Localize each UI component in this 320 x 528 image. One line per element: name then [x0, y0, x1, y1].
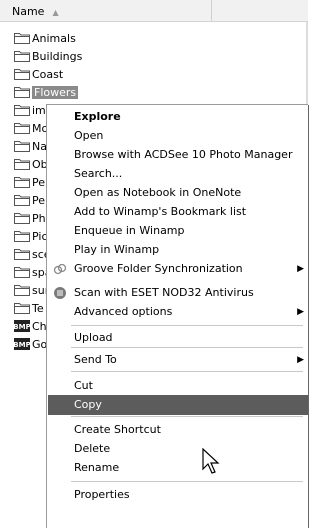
context-menu: Explore Open Browse with ACDSee 10 Photo M…	[46, 104, 308, 528]
file-name: Animals	[32, 32, 76, 45]
folder-icon	[14, 50, 32, 63]
menu-item-label: Create Shortcut	[74, 423, 161, 436]
menu-item-cut[interactable]: Cut	[48, 376, 308, 396]
folder-icon	[14, 158, 32, 171]
file-name: Pe	[32, 194, 46, 207]
file-name: Go	[32, 338, 48, 351]
folder-icon	[14, 86, 32, 99]
folder-icon	[14, 212, 32, 225]
menu-separator	[71, 325, 303, 326]
name-column-header[interactable]: Name ▲	[0, 0, 212, 21]
menu-item-add-to-winamp-s-bookmark-list[interactable]: Add to Winamp's Bookmark list	[48, 202, 308, 222]
menu-item-label: Scan with ESET NOD32 Antivirus	[74, 286, 254, 299]
menu-item-label: Open as Notebook in OneNote	[74, 186, 242, 199]
file-list-item[interactable]: Flowers	[14, 84, 84, 102]
menu-item-label: Send To	[74, 353, 117, 366]
folder-icon	[14, 104, 32, 117]
menu-item-delete[interactable]: Delete	[48, 439, 308, 459]
menu-item-label: Groove Folder Synchronization	[74, 262, 243, 275]
sort-ascending-icon: ▲	[52, 8, 59, 17]
menu-item-advanced-options[interactable]: Advanced options ▶	[48, 302, 308, 322]
file-name: Pe	[32, 176, 46, 189]
menu-item-label: Copy	[74, 398, 102, 411]
menu-item-send-to[interactable]: Send To ▶	[48, 350, 308, 370]
menu-item-properties[interactable]: Properties	[48, 485, 308, 505]
file-list-item[interactable]: Animals	[14, 30, 84, 48]
menu-item-label: Delete	[74, 442, 111, 455]
folder-icon	[14, 230, 32, 243]
menu-item-rename[interactable]: Rename	[48, 458, 308, 478]
groove-icon	[53, 262, 67, 276]
menu-item-copy[interactable]: Copy	[48, 395, 308, 415]
menu-item-label: Play in Winamp	[74, 243, 160, 256]
menu-item-open[interactable]: Open	[48, 126, 308, 146]
column-header-bar: Name ▲	[0, 0, 308, 22]
menu-item-label: Advanced options	[74, 305, 173, 318]
submenu-arrow-icon: ▶	[297, 264, 304, 274]
file-name: Flowers	[32, 86, 79, 99]
menu-separator	[71, 371, 303, 372]
menu-item-label: Enqueue in Winamp	[74, 224, 185, 237]
menu-item-scan-with-eset-nod32-antivirus[interactable]: Scan with ESET NOD32 Antivirus	[48, 283, 308, 303]
svg-text:BMP: BMP	[14, 323, 30, 331]
menu-item-create-shortcut[interactable]: Create Shortcut	[48, 420, 308, 440]
svg-text:BMP: BMP	[14, 341, 30, 349]
menu-separator	[71, 481, 303, 482]
menu-item-search[interactable]: Search...	[48, 164, 308, 184]
submenu-arrow-icon: ▶	[297, 355, 304, 365]
menu-item-explore[interactable]: Explore	[48, 107, 308, 127]
folder-icon	[14, 266, 32, 279]
name-column-label: Name	[12, 5, 45, 18]
menu-item-label: Rename	[74, 461, 120, 474]
menu-item-open-as-notebook-in-onenote[interactable]: Open as Notebook in OneNote	[48, 183, 308, 203]
menu-item-browse-with-acdsee-10-photo-manager[interactable]: Browse with ACDSee 10 Photo Manager	[48, 145, 308, 165]
file-list-item[interactable]: Buildings	[14, 48, 84, 66]
menu-item-label: Cut	[74, 379, 93, 392]
file-list-item[interactable]: Coast	[14, 66, 84, 84]
folder-icon	[14, 248, 32, 261]
file-name: Te	[32, 302, 44, 315]
file-name: Ph	[32, 212, 46, 225]
bmp-icon: BMP	[14, 320, 32, 333]
menu-item-upload[interactable]: Upload	[48, 328, 308, 348]
folder-icon	[14, 194, 32, 207]
folder-icon	[14, 176, 32, 189]
folder-icon	[14, 284, 32, 297]
bmp-icon: BMP	[14, 338, 32, 351]
file-name: Coast	[32, 68, 64, 81]
folder-icon	[14, 302, 32, 315]
menu-item-label: Add to Winamp's Bookmark list	[74, 205, 247, 218]
menu-item-groove-folder-synchronization[interactable]: Groove Folder Synchronization ▶	[48, 259, 308, 279]
submenu-arrow-icon: ▶	[297, 307, 304, 317]
folder-icon	[14, 32, 32, 45]
folder-icon	[14, 122, 32, 135]
eset-icon	[53, 286, 67, 300]
empty-column-header	[213, 0, 308, 21]
menu-item-play-in-winamp[interactable]: Play in Winamp	[48, 240, 308, 260]
menu-item-enqueue-in-winamp[interactable]: Enqueue in Winamp	[48, 221, 308, 241]
folder-icon	[14, 140, 32, 153]
menu-item-label: Search...	[74, 167, 123, 180]
menu-item-label: Upload	[74, 331, 113, 344]
menu-item-label: Open	[74, 129, 104, 142]
folder-icon	[14, 68, 32, 81]
file-name: Na	[32, 140, 47, 153]
file-name: Ch	[32, 320, 47, 333]
file-name: Buildings	[32, 50, 83, 63]
menu-item-label: Browse with ACDSee 10 Photo Manager	[74, 148, 293, 161]
menu-separator	[71, 416, 303, 417]
menu-item-label: Properties	[74, 488, 130, 501]
mouse-cursor-icon	[202, 448, 220, 474]
menu-item-label: Explore	[74, 110, 121, 123]
